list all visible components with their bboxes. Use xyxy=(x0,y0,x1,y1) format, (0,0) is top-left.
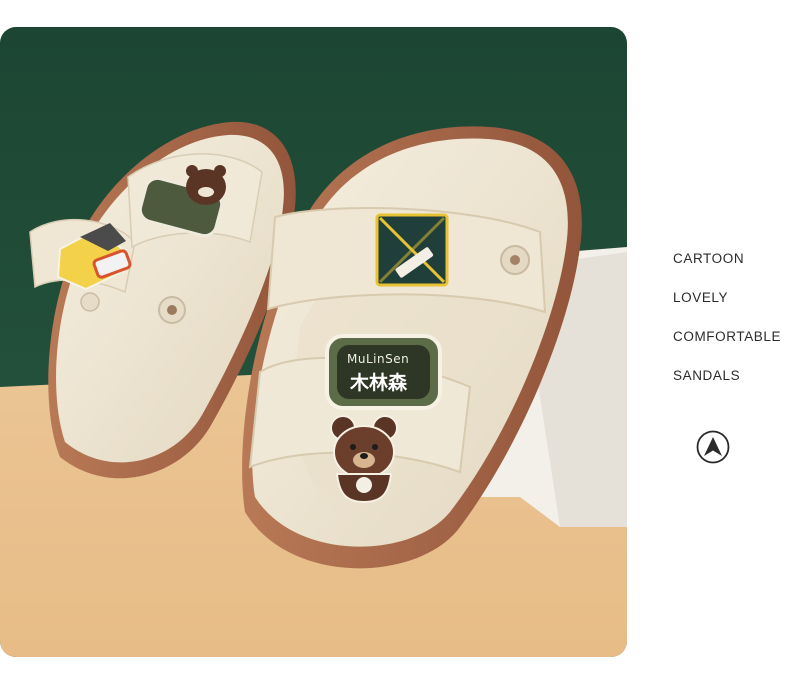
arrow-up-circle-graphic xyxy=(696,430,730,464)
feature-list: CARTOON LOVELY COMFORTABLE SANDALS xyxy=(673,249,781,405)
brand-cn-text: 木林森 xyxy=(350,372,408,394)
feature-item: COMFORTABLE xyxy=(673,329,782,344)
brand-diamond-badge xyxy=(375,213,449,287)
feature-item: CARTOON xyxy=(673,251,745,266)
arrow-up-circle-icon[interactable] xyxy=(696,430,730,464)
sandals-illustration xyxy=(0,27,627,657)
product-photo: MuLinSen 木林森 xyxy=(0,27,627,657)
brand-latin-text: MuLinSen xyxy=(347,352,410,366)
bear-charm xyxy=(330,415,398,504)
feature-item: LOVELY xyxy=(673,290,729,305)
feature-item: SANDALS xyxy=(673,368,741,383)
